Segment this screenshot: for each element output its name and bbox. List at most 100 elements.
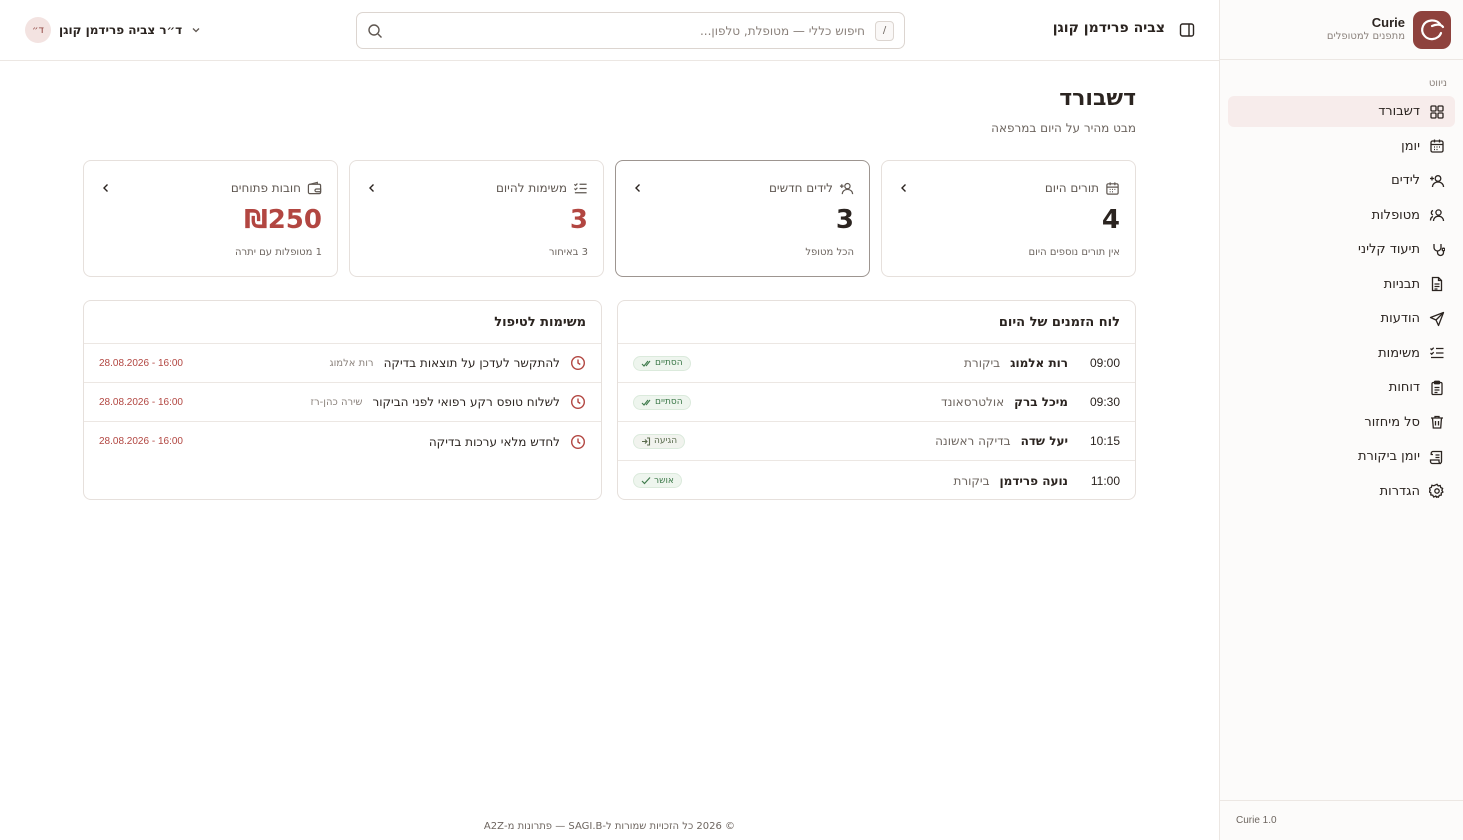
appointment-row[interactable]: 10:15 יעל שדה בדיקה ראשונה הגיעה bbox=[618, 422, 1135, 461]
calendar-icon bbox=[1430, 139, 1444, 153]
appointment-type: ביקורת bbox=[964, 356, 1001, 370]
sidebar-item-label: סל מיחזור bbox=[1364, 414, 1420, 430]
sidebar-item-settings[interactable]: הגדרות bbox=[1228, 476, 1455, 507]
status-badge: הגיעה bbox=[633, 433, 686, 449]
appointment-type: בדיקה ראשונה bbox=[935, 434, 1011, 448]
stat-card-appointments-today[interactable]: תורים היום 4 אין תורים נוספים היום bbox=[881, 160, 1136, 277]
stat-label: תורים היום bbox=[1044, 181, 1099, 195]
clock-icon bbox=[570, 394, 586, 410]
stat-card-new-leads[interactable]: לידים חדשים 3 הכל מטופל bbox=[615, 160, 870, 277]
chevron-down-icon bbox=[192, 28, 200, 33]
stat-value: 3 bbox=[835, 205, 854, 235]
sidebar-item-recycle-bin[interactable]: סל מיחזור bbox=[1228, 407, 1455, 438]
status-label: הסתיים bbox=[655, 397, 683, 407]
sidebar: Curie מתפנים למטופלים ניווט דשבורד יומן … bbox=[1219, 0, 1463, 840]
schedule-panel: לוח הזמנים של היום 09:00 רות אלמוג ביקור… bbox=[617, 300, 1136, 500]
stat-value: 3 bbox=[569, 205, 588, 235]
search-input[interactable] bbox=[393, 23, 865, 38]
page-subtitle: מבט מהיר על היום במרפאה bbox=[991, 121, 1136, 135]
sidebar-item-audit-log[interactable]: יומן ביקורת bbox=[1228, 441, 1455, 472]
appointment-patient: נועה פרידמן bbox=[999, 473, 1068, 488]
trash-icon bbox=[1431, 415, 1443, 429]
sidebar-item-label: תיעוד קליני bbox=[1358, 242, 1420, 257]
appointment-row[interactable]: 09:30 מיכל ברק אולטרסאונד הסתיים bbox=[618, 383, 1135, 422]
tasks-title: משימות לטיפול bbox=[84, 301, 601, 344]
task-title: לשלוח טופס רקע רפואי לפני הביקור bbox=[372, 395, 560, 409]
sidebar-item-label: הודעות bbox=[1380, 311, 1420, 326]
appointment-patient: רות אלמוג bbox=[1010, 356, 1068, 370]
search-box[interactable]: / bbox=[356, 12, 905, 49]
sidebar-item-label: הגדרות bbox=[1379, 483, 1420, 499]
task-row[interactable]: לשלוח טופס רקע רפואי לפני הביקור שירה כה… bbox=[84, 383, 601, 422]
sidebar-item-label: דוחות bbox=[1388, 380, 1420, 395]
appointment-time: 11:00 bbox=[1090, 473, 1120, 488]
clinic-name: צביה פרידמן קוגן bbox=[1052, 20, 1165, 36]
sidebar-item-label: תבניות bbox=[1383, 276, 1420, 292]
sidebar-item-label: לידים bbox=[1391, 173, 1420, 188]
task-row[interactable]: להתקשר לעדכן על תוצאות בדיקה רות אלמוג 1… bbox=[84, 344, 601, 383]
appointment-time: 09:00 bbox=[1089, 356, 1120, 370]
sidebar-item-dashboard[interactable]: דשבורד bbox=[1228, 96, 1455, 127]
gear-icon bbox=[1429, 483, 1444, 499]
clock-icon bbox=[570, 434, 586, 449]
appointment-row[interactable]: 09:00 רות אלמוג ביקורת הסתיים bbox=[618, 344, 1135, 383]
brand[interactable]: Curie מתפנים למטופלים bbox=[1220, 0, 1463, 60]
dashboard-icon bbox=[1430, 104, 1444, 119]
appointment-patient: יעל שדה bbox=[1020, 434, 1068, 448]
appointment-time: 10:15 bbox=[1089, 434, 1120, 448]
list-checks-icon bbox=[573, 182, 587, 193]
appointment-row[interactable]: 11:00 נועה פרידמן ביקורת אושר bbox=[618, 461, 1135, 499]
topbar: צביה פרידמן קוגן / ד״ ד״ר צביה פרידמן קו… bbox=[0, 0, 1219, 61]
user-plus-icon bbox=[1430, 174, 1445, 187]
chevron-left-icon bbox=[635, 184, 640, 192]
task-due-date: 16:00 - 28.08.2026 bbox=[99, 357, 183, 369]
sidebar-item-clinical-docs[interactable]: תיעוד קליני bbox=[1228, 234, 1455, 265]
stat-note: הכל מטופל bbox=[805, 247, 854, 258]
task-row[interactable]: לחדש מלאי ערכות בדיקה 16:00 - 28.08.2026 bbox=[84, 422, 601, 461]
user-menu[interactable]: ד״ ד״ר צביה פרידמן קוגן bbox=[25, 17, 202, 43]
stat-note: 3 באיחור bbox=[548, 247, 588, 258]
send-icon bbox=[1429, 311, 1445, 326]
stat-label: חובות פתוחים bbox=[230, 181, 301, 195]
stat-card-open-debts[interactable]: חובות פתוחים ₪250 1 מטופלות עם יתרה bbox=[83, 160, 338, 277]
stat-card-tasks-today[interactable]: משימות להיום 3 3 באיחור bbox=[349, 160, 604, 277]
task-due-date: 16:00 - 28.08.2026 bbox=[99, 436, 183, 447]
brand-name: Curie bbox=[1371, 15, 1405, 31]
clock-icon bbox=[570, 355, 586, 371]
sidebar-item-reports[interactable]: דוחות bbox=[1228, 372, 1455, 403]
file-text-icon bbox=[1431, 276, 1443, 292]
status-badge: אושר bbox=[633, 473, 682, 488]
sidebar-item-patients[interactable]: מטופלות bbox=[1228, 200, 1455, 231]
tasks-panel: משימות לטיפול להתקשר לעדכן על תוצאות בדי… bbox=[83, 300, 602, 500]
footer-copyright: © 2026 כל הזכויות שמורות ל-SAGI.B — פתרו… bbox=[483, 821, 736, 832]
sidebar-item-messages[interactable]: הודעות bbox=[1228, 303, 1455, 334]
sidebar-item-label: מטופלות bbox=[1371, 207, 1420, 223]
avatar: ד״ bbox=[25, 17, 51, 43]
sidebar-item-calendar[interactable]: יומן bbox=[1228, 131, 1455, 162]
task-patient: רות אלמוג bbox=[329, 357, 374, 369]
list-checks-icon bbox=[1430, 347, 1444, 359]
appointment-time: 09:30 bbox=[1089, 395, 1120, 409]
stat-label: לידים חדשים bbox=[768, 181, 833, 195]
nav-section-label: ניווט bbox=[1428, 78, 1447, 89]
double-check-icon bbox=[641, 399, 651, 406]
stat-label: משימות להיום bbox=[495, 181, 567, 195]
page-title: דשבורד bbox=[1059, 86, 1136, 111]
task-title: לחדש מלאי ערכות בדיקה bbox=[428, 434, 560, 449]
sidebar-item-leads[interactable]: לידים bbox=[1228, 165, 1455, 196]
appointment-patient: מיכל ברק bbox=[1014, 395, 1068, 409]
login-icon bbox=[642, 436, 651, 446]
sidebar-item-label: יומן ביקורת bbox=[1357, 449, 1420, 464]
sidebar-item-tasks[interactable]: משימות bbox=[1228, 338, 1455, 369]
sidebar-item-templates[interactable]: תבניות bbox=[1228, 269, 1455, 300]
user-name: ד״ר צביה פרידמן קוגן bbox=[59, 23, 183, 37]
brand-logo-icon bbox=[1413, 10, 1451, 49]
calendar-icon bbox=[1106, 181, 1119, 195]
double-check-icon bbox=[641, 360, 651, 367]
sidebar-nav: דשבורד יומן לידים מטופלות תיעוד קליני תב… bbox=[1220, 96, 1463, 507]
sidebar-toggle-icon[interactable] bbox=[1178, 21, 1196, 39]
wallet-icon bbox=[307, 181, 322, 194]
appointment-type: אולטרסאונד bbox=[941, 395, 1005, 409]
app-version: Curie 1.0 bbox=[1220, 800, 1463, 840]
task-due-date: 16:00 - 28.08.2026 bbox=[99, 396, 183, 408]
